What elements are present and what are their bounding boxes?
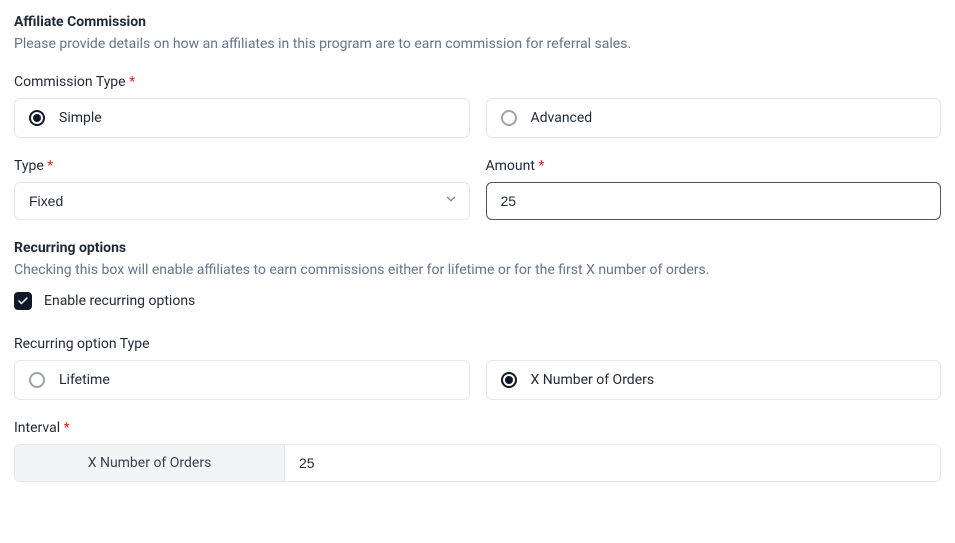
recurring-type-xorders-radio[interactable]: X Number of Orders <box>486 360 942 400</box>
amount-label: Amount * <box>486 158 942 174</box>
radio-icon <box>501 372 517 388</box>
interval-label-text: Interval <box>14 420 60 436</box>
recurring-description: Checking this box will enable affiliates… <box>14 262 941 278</box>
interval-input-group: X Number of Orders <box>14 444 941 482</box>
enable-recurring-checkbox[interactable] <box>14 292 32 310</box>
recurring-type-label: Recurring option Type <box>14 336 941 352</box>
required-indicator: * <box>47 158 53 174</box>
interval-input[interactable] <box>285 445 940 481</box>
required-indicator: * <box>129 74 135 90</box>
radio-label: Simple <box>59 110 102 126</box>
type-label: Type * <box>14 158 470 174</box>
affiliate-commission-section: Affiliate Commission Please provide deta… <box>14 14 941 482</box>
commission-type-label-text: Commission Type <box>14 74 126 90</box>
radio-label: Advanced <box>531 110 593 126</box>
recurring-title: Recurring options <box>14 240 941 256</box>
interval-addon: X Number of Orders <box>15 445 285 481</box>
type-select[interactable]: Fixed <box>14 182 470 220</box>
radio-icon <box>501 110 517 126</box>
commission-type-simple-radio[interactable]: Simple <box>14 98 470 138</box>
amount-input[interactable] <box>486 182 942 220</box>
section-description: Please provide details on how an affilia… <box>14 36 941 52</box>
section-title: Affiliate Commission <box>14 14 941 30</box>
radio-icon <box>29 110 45 126</box>
commission-type-advanced-radio[interactable]: Advanced <box>486 98 942 138</box>
required-indicator: * <box>538 158 544 174</box>
check-icon <box>17 295 29 307</box>
required-indicator: * <box>64 420 70 436</box>
enable-recurring-label: Enable recurring options <box>44 293 195 309</box>
interval-label: Interval * <box>14 420 941 436</box>
amount-label-text: Amount <box>486 158 535 174</box>
radio-label: X Number of Orders <box>531 372 655 388</box>
radio-label: Lifetime <box>59 372 110 388</box>
commission-type-label: Commission Type * <box>14 74 941 90</box>
radio-icon <box>29 372 45 388</box>
recurring-type-lifetime-radio[interactable]: Lifetime <box>14 360 470 400</box>
type-label-text: Type <box>14 158 44 174</box>
